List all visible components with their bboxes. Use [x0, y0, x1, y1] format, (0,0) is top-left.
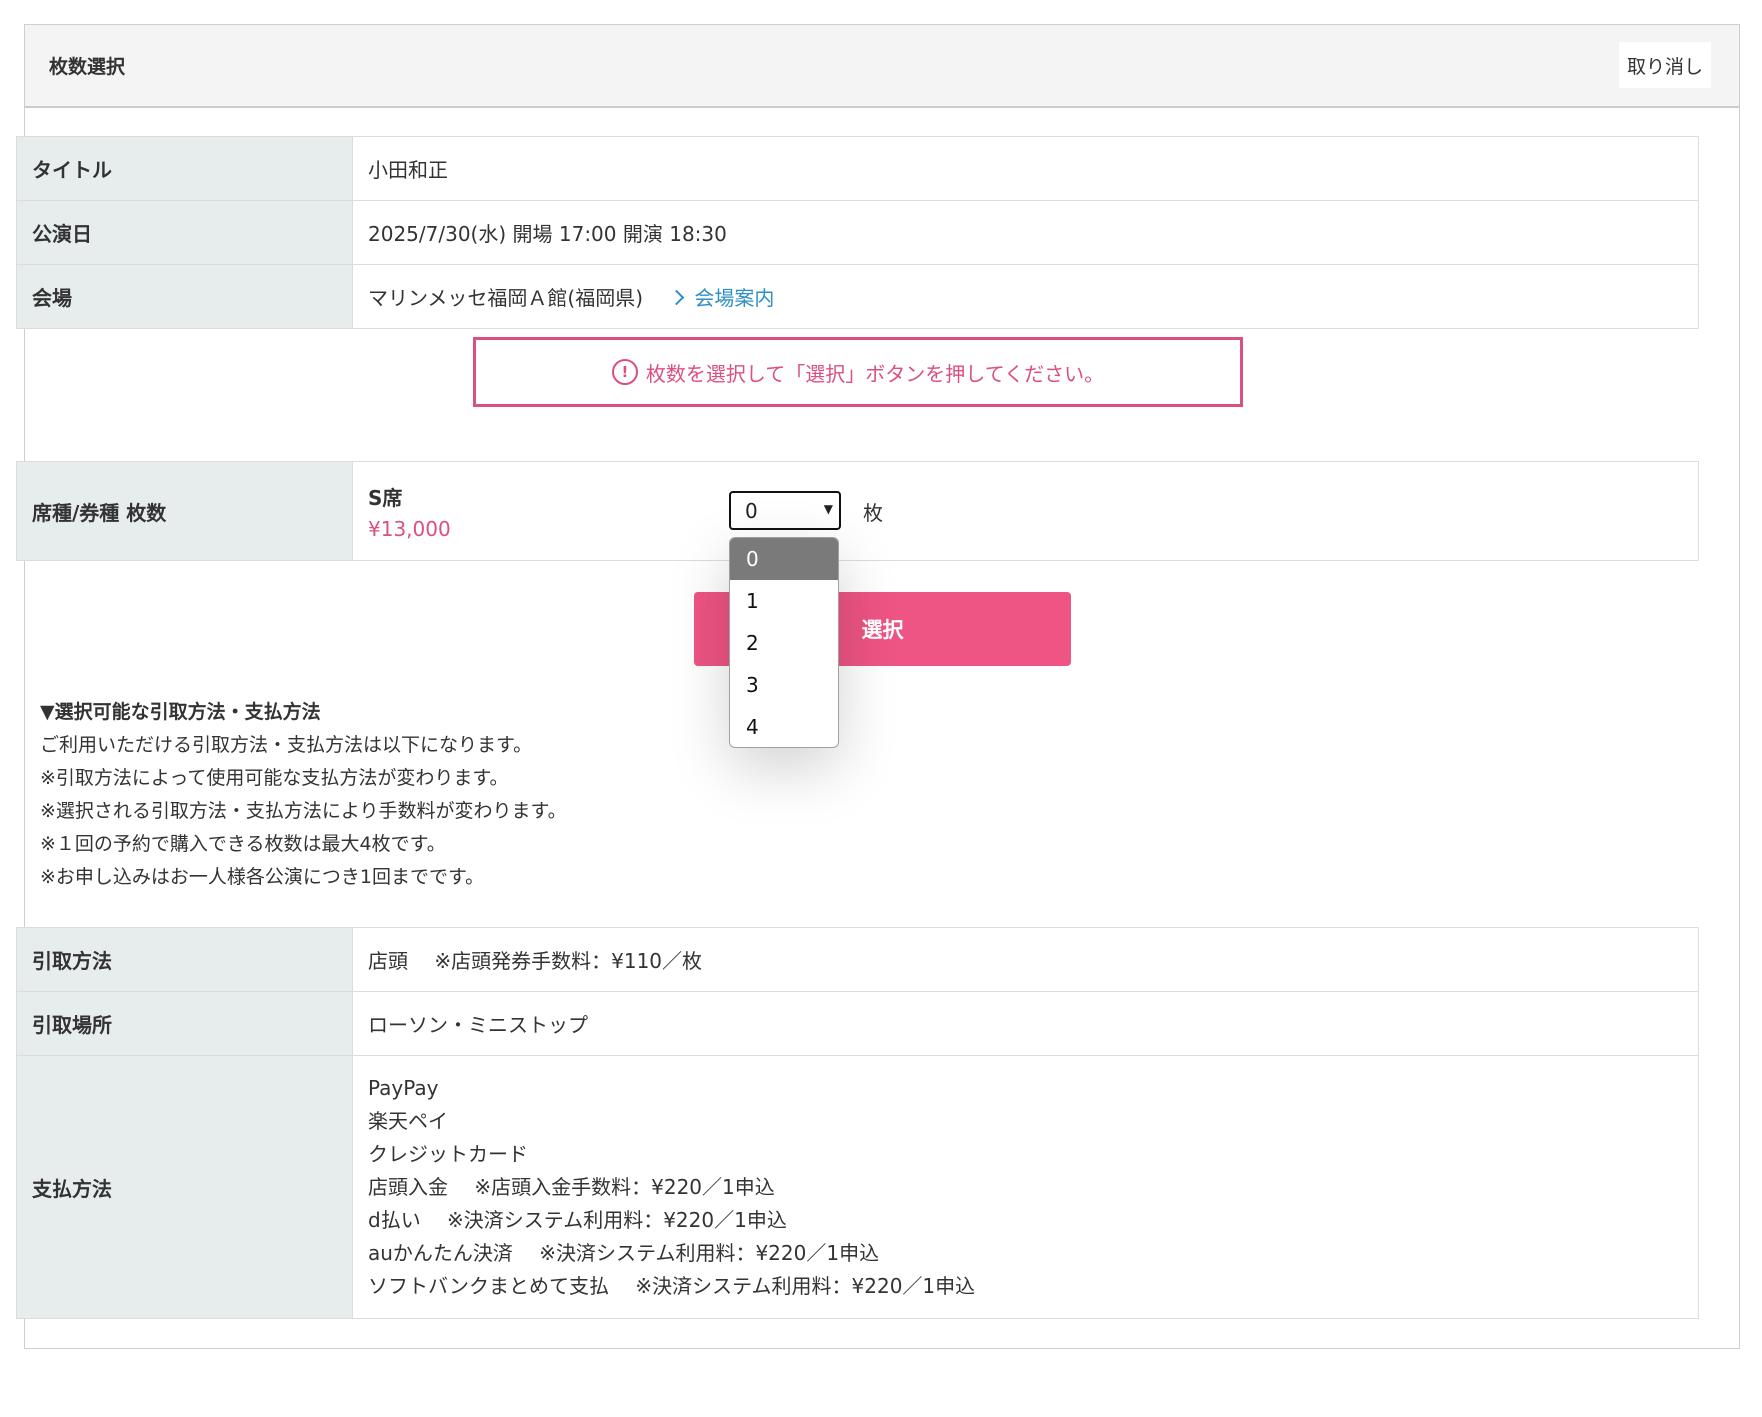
- methods-info: ▼選択可能な引取方法・支払方法 ご利用いただける引取方法・支払方法は以下になりま…: [40, 696, 567, 894]
- dropdown-option[interactable]: 0: [730, 538, 838, 580]
- methods-heading: ▼選択可能な引取方法・支払方法: [40, 701, 321, 723]
- seat-cell: S席 ¥13,000: [352, 461, 1699, 561]
- date-label: 公演日: [16, 200, 353, 265]
- info-line: ※選択される引取方法・支払方法により手数料が変わります。: [40, 800, 567, 822]
- seat-type: S席: [368, 485, 403, 510]
- panel-header: 枚数選択 取り消し: [25, 25, 1739, 108]
- notice-text: 枚数を選択して「選択」ボタンを押してください。: [645, 361, 1105, 386]
- payment-method-list: PayPay 楽天ペイ クレジットカード 店頭入金 ※店頭入金手数料：¥220／…: [368, 1060, 1683, 1315]
- quantity-table: 席種/券種 枚数 S席 ¥13,000: [16, 461, 1699, 561]
- info-line: ※引取方法によって使用可能な支払方法が変わります。: [40, 767, 509, 789]
- event-info-table: タイトル 小田和正 公演日 2025/7/30(水) 開場 17:00 開演 1…: [16, 136, 1699, 329]
- quantity-selected-value: 0: [745, 498, 758, 523]
- table-row: 引取場所 ローソン・ミニストップ: [16, 991, 1699, 1056]
- venue-guide-label: 会場案内: [694, 286, 775, 310]
- delivery-place-label: 引取場所: [16, 991, 353, 1056]
- payment-method-item: クレジットカード: [368, 1141, 528, 1166]
- delivery-place-value: ローソン・ミニストップ: [352, 991, 1699, 1056]
- dropdown-option[interactable]: 1: [730, 580, 838, 622]
- table-row: タイトル 小田和正: [16, 136, 1699, 201]
- venue-cell: マリンメッセ福岡Ａ館(福岡県) 会場案内: [352, 264, 1699, 329]
- payment-method-item: ソフトバンクまとめて支払 ※決済システム利用料：¥220／1申込: [368, 1273, 976, 1298]
- notice-message: ! 枚数を選択して「選択」ボタンを押してください。: [473, 337, 1243, 407]
- quantity-select[interactable]: 0 ▼: [729, 491, 841, 530]
- exclamation-circle-icon: !: [611, 359, 638, 385]
- title-label: タイトル: [16, 136, 353, 201]
- table-row: 支払方法 PayPay 楽天ペイ クレジットカード 店頭入金 ※店頭入金手数料：…: [16, 1055, 1699, 1319]
- payment-method-item: 楽天ペイ: [368, 1108, 448, 1133]
- table-row: 会場 マリンメッセ福岡Ａ館(福岡県) 会場案内: [16, 264, 1699, 329]
- quantity-unit: 枚: [863, 501, 883, 525]
- dropdown-option[interactable]: 2: [730, 622, 838, 664]
- dropdown-option[interactable]: 4: [730, 706, 838, 747]
- payment-method-item: d払い ※決済システム利用料：¥220／1申込: [368, 1207, 787, 1232]
- venue-label: 会場: [16, 264, 353, 329]
- payment-method-item: 店頭入金 ※店頭入金手数料：¥220／1申込: [368, 1174, 775, 1199]
- table-row: 公演日 2025/7/30(水) 開場 17:00 開演 18:30: [16, 200, 1699, 265]
- quantity-label: 席種/券種 枚数: [16, 461, 353, 561]
- info-line: ※お申し込みはお一人様各公演につき1回までです。: [40, 866, 485, 888]
- payment-method-item: auかんたん決済 ※決済システム利用料：¥220／1申込: [368, 1240, 880, 1265]
- seat-price: ¥13,000: [368, 516, 451, 541]
- cancel-button[interactable]: 取り消し: [1619, 42, 1711, 88]
- delivery-method-label: 引取方法: [16, 927, 353, 992]
- panel-title: 枚数選択: [49, 56, 126, 78]
- payment-method-cell: PayPay 楽天ペイ クレジットカード 店頭入金 ※店頭入金手数料：¥220／…: [352, 1055, 1699, 1319]
- table-row: 席種/券種 枚数 S席 ¥13,000: [16, 461, 1699, 561]
- payment-method-label: 支払方法: [16, 1055, 353, 1319]
- dropdown-option[interactable]: 3: [730, 664, 838, 706]
- caret-down-icon: ▼: [823, 502, 833, 516]
- delivery-method-value: 店頭 ※店頭発券手数料：¥110／枚: [352, 927, 1699, 992]
- date-value: 2025/7/30(水) 開場 17:00 開演 18:30: [352, 200, 1699, 265]
- quantity-dropdown: 0 1 2 3 4: [729, 537, 839, 748]
- delivery-payment-table: 引取方法 店頭 ※店頭発券手数料：¥110／枚 引取場所 ローソン・ミニストップ…: [16, 927, 1699, 1319]
- chevron-right-icon: [669, 289, 685, 306]
- venue-value: マリンメッセ福岡Ａ館(福岡県): [368, 286, 644, 310]
- info-line: ご利用いただける引取方法・支払方法は以下になります。: [40, 734, 533, 756]
- title-value: 小田和正: [352, 136, 1699, 201]
- venue-guide-link[interactable]: 会場案内: [669, 286, 775, 310]
- table-row: 引取方法 店頭 ※店頭発券手数料：¥110／枚: [16, 927, 1699, 992]
- info-line: ※１回の予約で購入できる枚数は最大4枚です。: [40, 833, 446, 855]
- payment-method-item: PayPay: [368, 1075, 439, 1100]
